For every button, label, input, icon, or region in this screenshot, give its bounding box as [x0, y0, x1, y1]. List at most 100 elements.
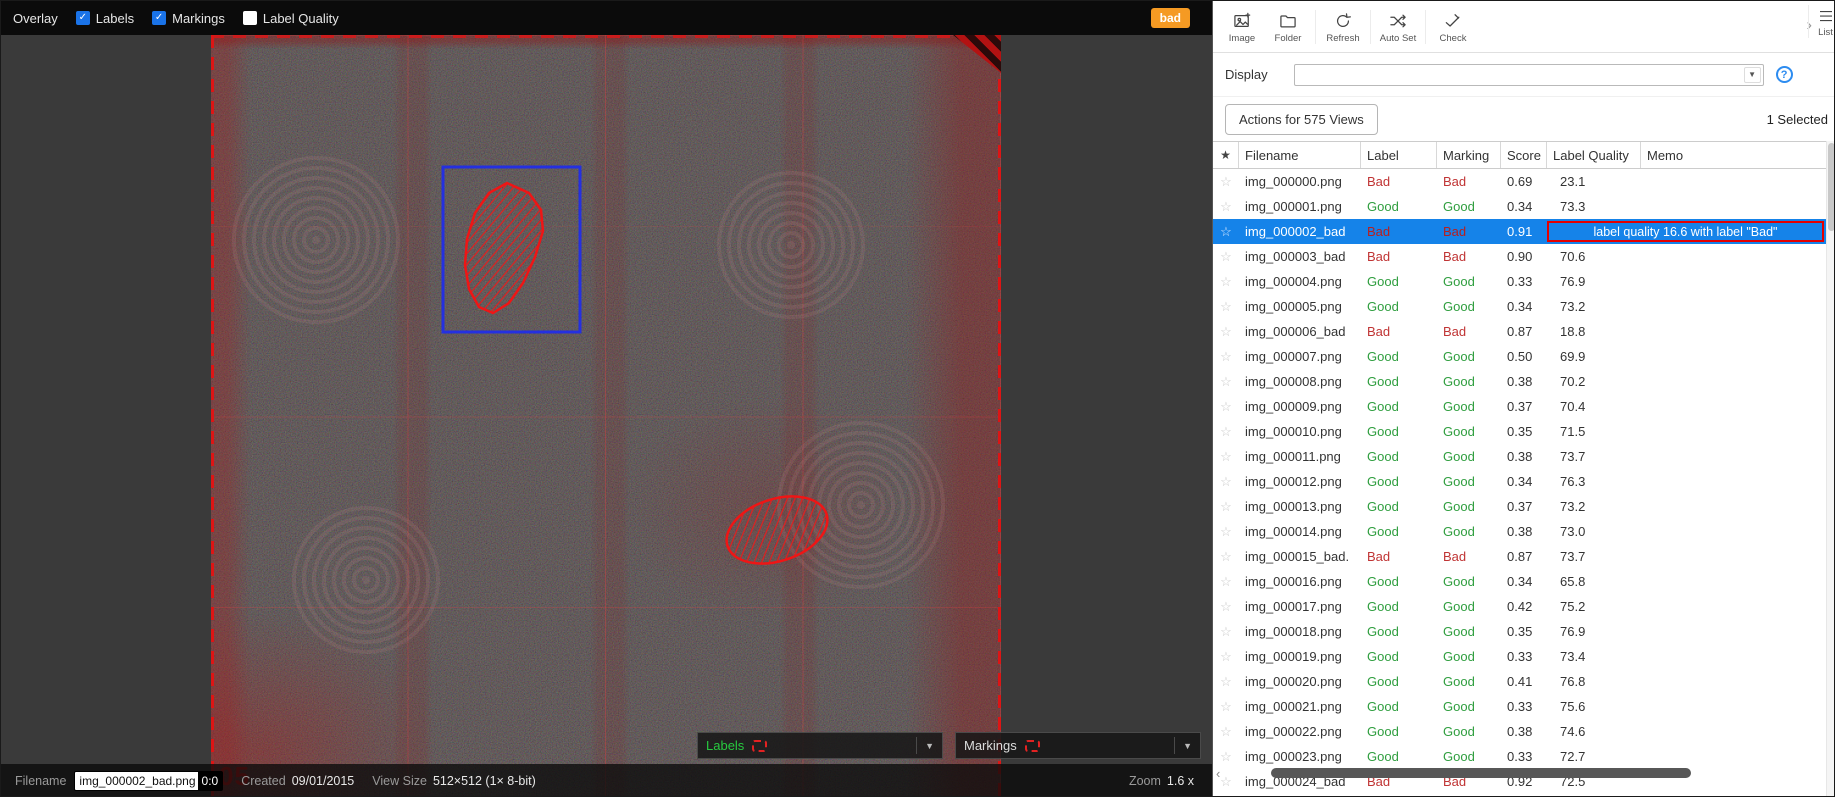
favorite-star-icon[interactable]: ☆ — [1213, 599, 1239, 615]
favorite-star-icon[interactable]: ☆ — [1213, 524, 1239, 540]
table-row[interactable]: ☆ img_000004.png Good Good 0.33 76.9 — [1213, 269, 1826, 294]
overlay-option-labels[interactable]: ✓ Labels — [76, 11, 134, 26]
filename-input[interactable]: img_000002_bad.png 0:0 — [74, 771, 223, 791]
table-row[interactable]: ☆ img_000021.png Good Good 0.33 75.6 — [1213, 694, 1826, 719]
table-row[interactable]: ☆ img_000013.png Good Good 0.37 73.2 — [1213, 494, 1826, 519]
display-filter-dropdown[interactable]: ▼ — [1294, 64, 1764, 86]
favorite-star-icon[interactable]: ☆ — [1213, 749, 1239, 765]
favorite-star-icon[interactable]: ☆ — [1213, 649, 1239, 665]
panel-toolbar: Image Folder Refresh A — [1213, 1, 1835, 53]
star-header-icon[interactable]: ★ — [1213, 142, 1239, 168]
table-row[interactable]: ☆ img_000005.png Good Good 0.34 73.2 — [1213, 294, 1826, 319]
favorite-star-icon[interactable]: ☆ — [1213, 174, 1239, 190]
header-filename[interactable]: Filename — [1239, 142, 1361, 168]
favorite-star-icon[interactable]: ☆ — [1213, 424, 1239, 440]
chevron-down-icon[interactable]: ▼ — [916, 737, 934, 754]
table-row[interactable]: ☆ img_000001.png Good Good 0.34 73.3 — [1213, 194, 1826, 219]
header-score[interactable]: Score — [1501, 142, 1547, 168]
favorite-star-icon[interactable]: ☆ — [1213, 274, 1239, 290]
list-view-button[interactable]: List — [1808, 5, 1835, 38]
table-row[interactable]: ☆ img_000011.png Good Good 0.38 73.7 — [1213, 444, 1826, 469]
table-row[interactable]: ☆ img_000000.png Bad Bad 0.69 23.1 — [1213, 169, 1826, 194]
cell-label: Good — [1361, 724, 1437, 739]
table-row[interactable]: ☆ img_000012.png Good Good 0.34 76.3 — [1213, 469, 1826, 494]
table-row[interactable]: ☆ img_000010.png Good Good 0.35 71.5 — [1213, 419, 1826, 444]
table-row[interactable]: ☆ img_000022.png Good Good 0.38 74.6 — [1213, 719, 1826, 744]
cell-marking: Good — [1437, 724, 1501, 739]
table-row[interactable]: ☆ img_000017.png Good Good 0.42 75.2 — [1213, 594, 1826, 619]
cell-label: Bad — [1361, 174, 1437, 189]
horizontal-scrollbar-thumb[interactable] — [1271, 768, 1691, 778]
favorite-star-icon[interactable]: ☆ — [1213, 574, 1239, 590]
table-row[interactable]: ☆ img_000002_bad Bad Bad 0.91 label qual… — [1213, 219, 1826, 244]
overlay-option-label-quality[interactable]: ✓ Label Quality — [243, 11, 339, 26]
image-canvas[interactable]: 05 — [211, 35, 1001, 797]
marking-ellipse[interactable] — [718, 484, 836, 575]
cell-label-quality: 73.2 — [1547, 499, 1641, 514]
view-size-label: View Size — [372, 774, 427, 788]
overlay-checkbox[interactable]: ✓ — [243, 11, 257, 25]
header-marking[interactable]: Marking — [1437, 142, 1501, 168]
table-row[interactable]: ☆ img_000015_bad. Bad Bad 0.87 73.7 — [1213, 544, 1826, 569]
favorite-star-icon[interactable]: ☆ — [1213, 724, 1239, 740]
overlay-option-markings[interactable]: ✓ Markings — [152, 11, 225, 26]
table-row[interactable]: ☆ img_000023.png Good Good 0.33 72.7 — [1213, 744, 1826, 769]
table-row[interactable]: ☆ img_000006_bad Bad Bad 0.87 18.8 — [1213, 319, 1826, 344]
overlay-checkbox[interactable]: ✓ — [152, 11, 166, 25]
scroll-left-chevron-icon[interactable]: ‹ — [1216, 766, 1220, 781]
favorite-star-icon[interactable]: ☆ — [1213, 349, 1239, 365]
auto-set-button[interactable]: Auto Set — [1375, 9, 1421, 44]
header-label-quality[interactable]: Label Quality — [1547, 142, 1641, 168]
overlay-checkbox-label: Markings — [172, 11, 225, 26]
table-row[interactable]: ☆ img_000019.png Good Good 0.33 73.4 — [1213, 644, 1826, 669]
overlay-checkbox[interactable]: ✓ — [76, 11, 90, 25]
cell-label-quality: 73.4 — [1547, 649, 1641, 664]
favorite-star-icon[interactable]: ☆ — [1213, 699, 1239, 715]
chevron-down-icon[interactable]: ▼ — [1174, 737, 1192, 754]
chevron-down-icon[interactable]: ▼ — [1744, 67, 1761, 83]
table-row[interactable]: ☆ img_000008.png Good Good 0.38 70.2 — [1213, 369, 1826, 394]
favorite-star-icon[interactable]: ☆ — [1213, 324, 1239, 340]
header-label[interactable]: Label — [1361, 142, 1437, 168]
labels-overlay-dropdown[interactable]: Labels ▼ — [697, 732, 943, 759]
vertical-scrollbar[interactable] — [1826, 141, 1835, 797]
table-row[interactable]: ☆ img_000014.png Good Good 0.38 73.0 — [1213, 519, 1826, 544]
favorite-star-icon[interactable]: ☆ — [1213, 499, 1239, 515]
table-row[interactable]: ☆ img_000020.png Good Good 0.41 76.8 — [1213, 669, 1826, 694]
favorite-star-icon[interactable]: ☆ — [1213, 449, 1239, 465]
favorite-star-icon[interactable]: ☆ — [1213, 624, 1239, 640]
favorite-star-icon[interactable]: ☆ — [1213, 374, 1239, 390]
image-button[interactable]: Image — [1219, 9, 1265, 44]
folder-button[interactable]: Folder — [1265, 9, 1311, 44]
actions-button[interactable]: Actions for 575 Views — [1225, 104, 1378, 135]
toolbar-item-label: Image — [1229, 33, 1255, 44]
favorite-star-icon[interactable]: ☆ — [1213, 249, 1239, 265]
cell-label-quality: 73.2 — [1547, 299, 1641, 314]
favorite-star-icon[interactable]: ☆ — [1213, 399, 1239, 415]
favorite-star-icon[interactable]: ☆ — [1213, 199, 1239, 215]
cursor-position-chip: 0:0 — [198, 772, 223, 790]
vertical-scrollbar-thumb[interactable] — [1828, 143, 1835, 231]
refresh-button[interactable]: Refresh — [1320, 9, 1366, 44]
favorite-star-icon[interactable]: ☆ — [1213, 549, 1239, 565]
table-row[interactable]: ☆ img_000003_bad Bad Bad 0.90 70.6 — [1213, 244, 1826, 269]
header-memo[interactable]: Memo — [1641, 142, 1835, 168]
favorite-star-icon[interactable]: ☆ — [1213, 224, 1239, 240]
cell-filename: img_000023.png — [1239, 749, 1361, 764]
markings-overlay-dropdown[interactable]: Markings ▼ — [955, 732, 1201, 759]
marking-polygon[interactable] — [465, 183, 543, 313]
help-icon[interactable]: ? — [1776, 66, 1793, 83]
app-window: Overlay ✓ Labels ✓ Markings ✓ Label Qual… — [0, 0, 1835, 797]
table-row[interactable]: ☆ img_000018.png Good Good 0.35 76.9 — [1213, 619, 1826, 644]
cell-marking: Good — [1437, 349, 1501, 364]
table-row[interactable]: ☆ img_000007.png Good Good 0.50 69.9 — [1213, 344, 1826, 369]
cell-marking: Good — [1437, 374, 1501, 389]
favorite-star-icon[interactable]: ☆ — [1213, 299, 1239, 315]
favorite-star-icon[interactable]: ☆ — [1213, 674, 1239, 690]
check-button[interactable]: Check — [1430, 9, 1476, 44]
cell-label: Good — [1361, 449, 1437, 464]
table-row[interactable]: ☆ img_000009.png Good Good 0.37 70.4 — [1213, 394, 1826, 419]
cell-marking: Good — [1437, 299, 1501, 314]
favorite-star-icon[interactable]: ☆ — [1213, 474, 1239, 490]
table-row[interactable]: ☆ img_000016.png Good Good 0.34 65.8 — [1213, 569, 1826, 594]
